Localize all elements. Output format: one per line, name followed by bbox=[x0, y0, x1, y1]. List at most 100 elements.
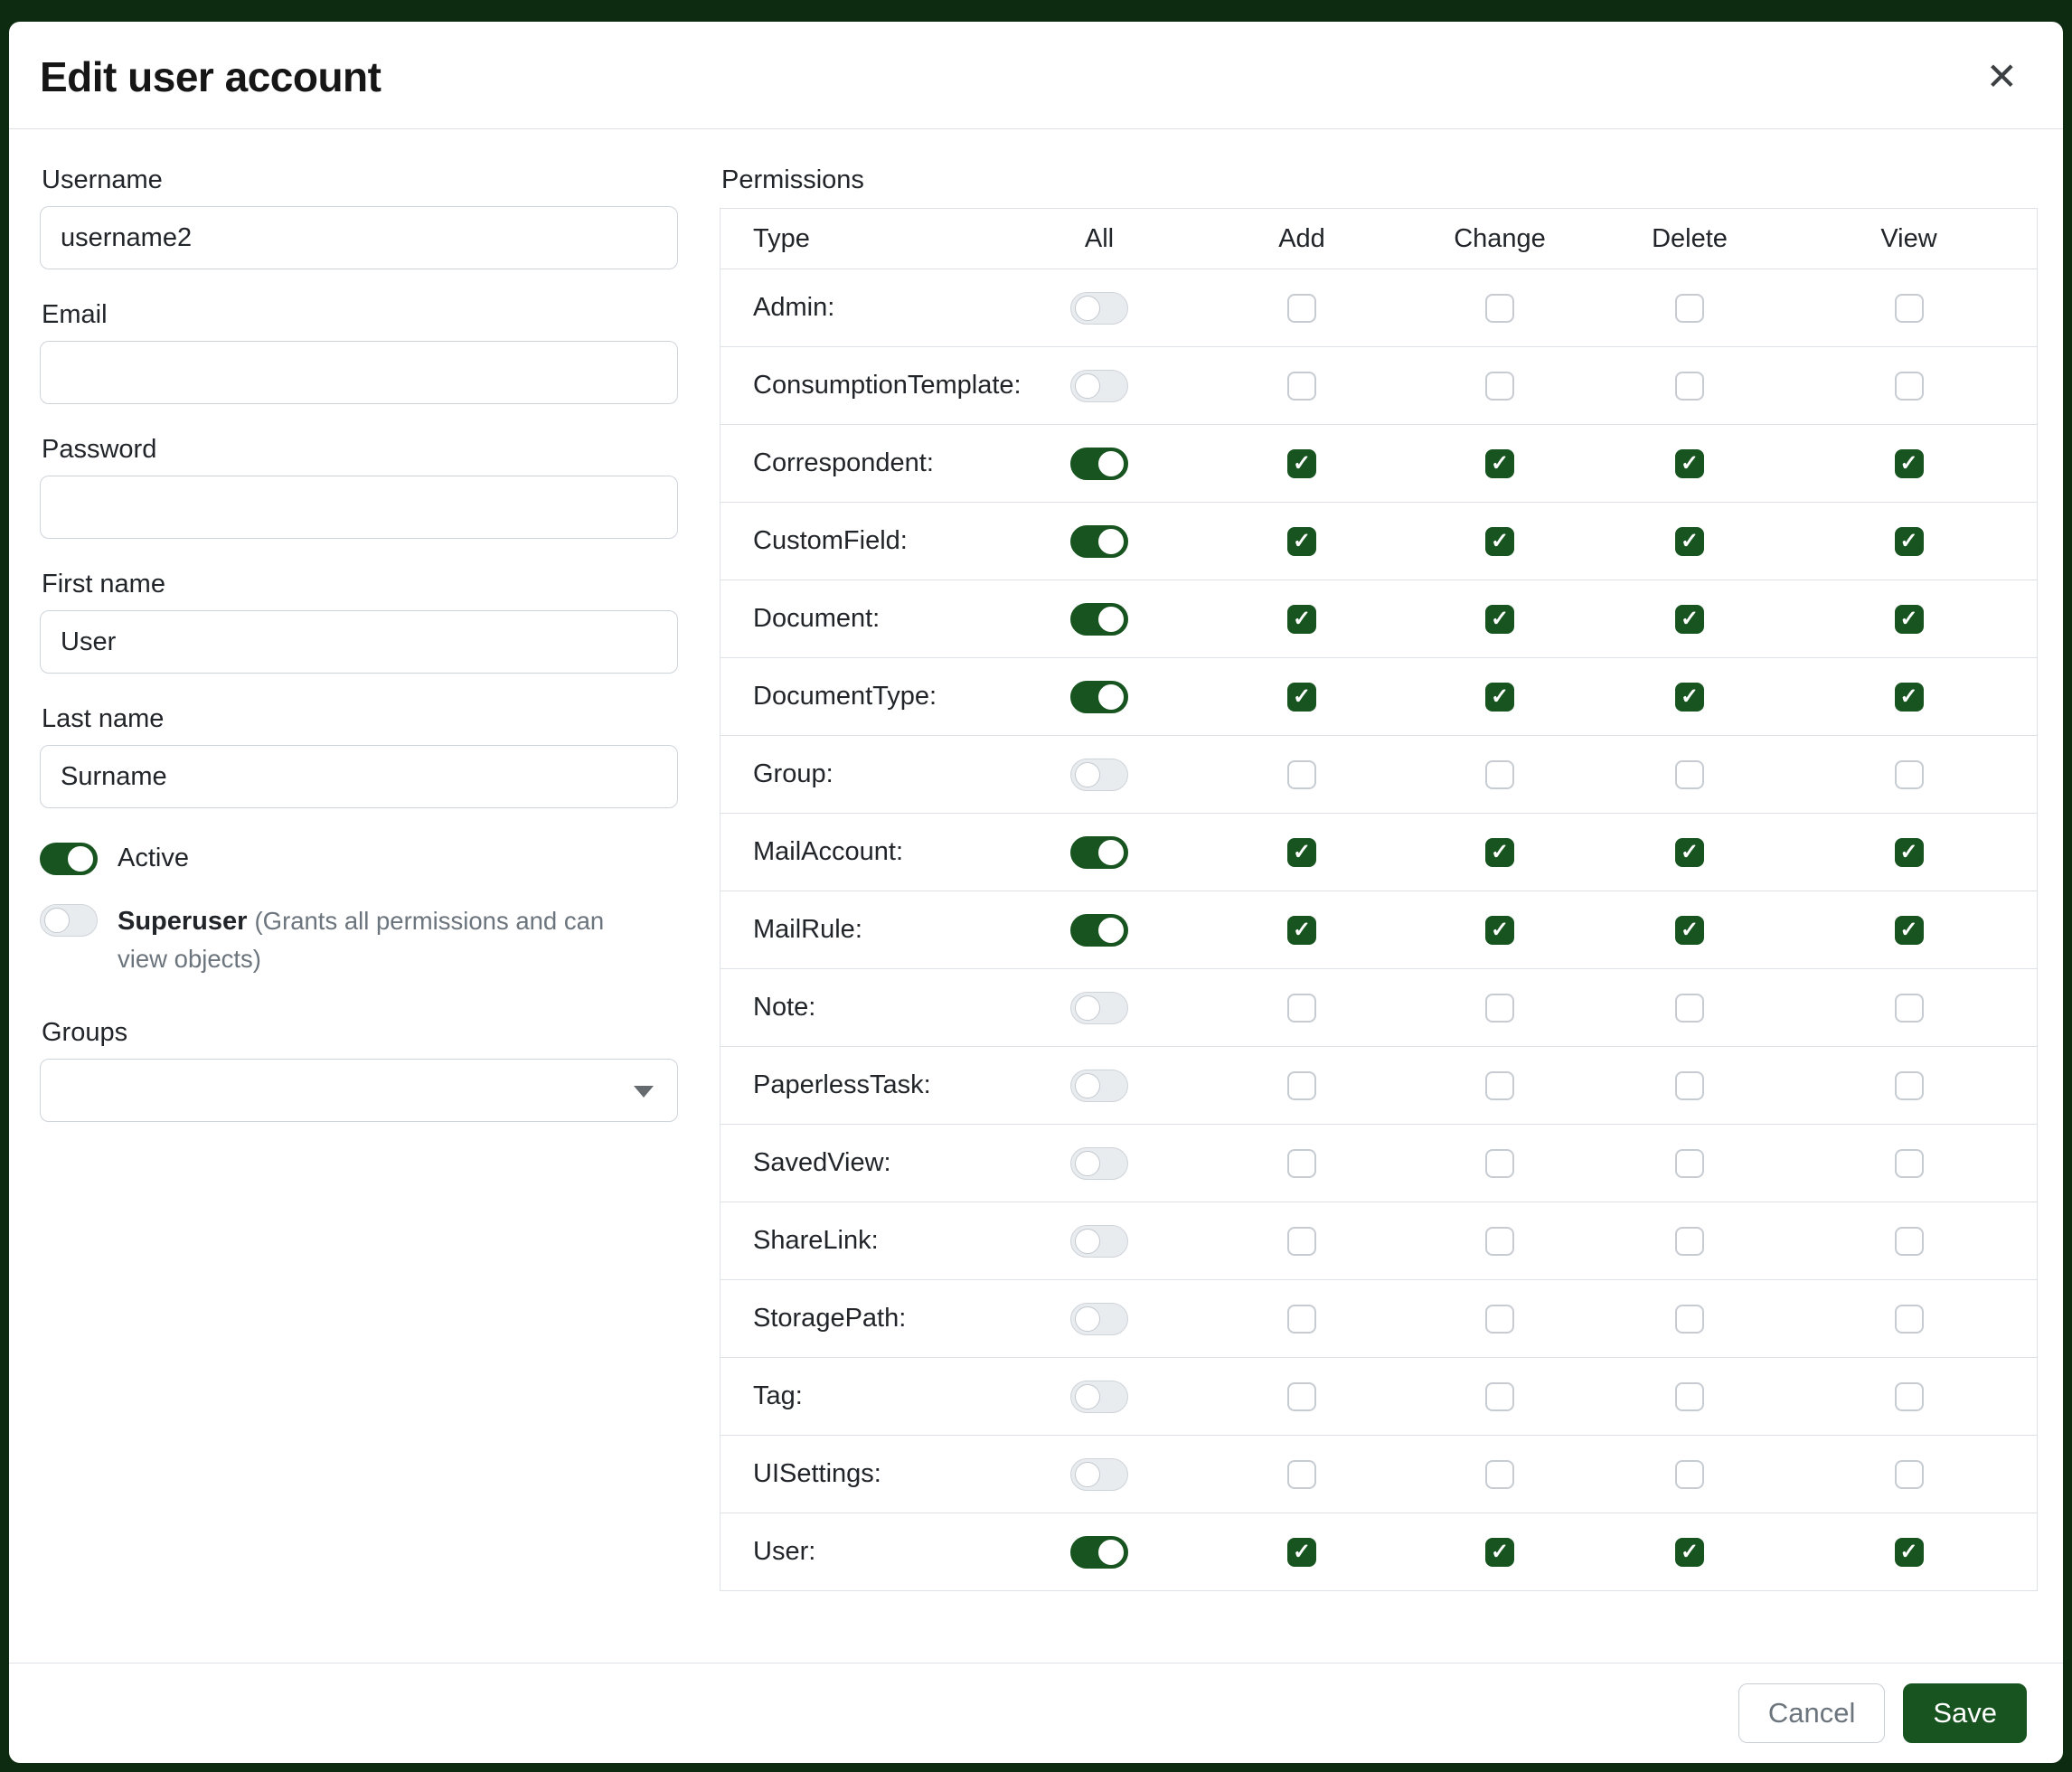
permission-change-checkbox[interactable] bbox=[1485, 1305, 1514, 1334]
permission-view-checkbox[interactable] bbox=[1895, 1305, 1924, 1334]
permission-all-toggle[interactable] bbox=[1070, 836, 1128, 869]
permission-all-toggle[interactable] bbox=[1070, 292, 1128, 325]
permission-view-checkbox[interactable] bbox=[1895, 1460, 1924, 1489]
permission-view-checkbox[interactable]: ✓ bbox=[1895, 683, 1924, 712]
permission-add-checkbox[interactable] bbox=[1287, 1460, 1316, 1489]
permission-change-checkbox[interactable] bbox=[1485, 1460, 1514, 1489]
permission-view-checkbox[interactable]: ✓ bbox=[1895, 1538, 1924, 1567]
permission-all-toggle[interactable] bbox=[1070, 1303, 1128, 1335]
permission-change-checkbox[interactable] bbox=[1485, 1149, 1514, 1178]
permission-row: Note: bbox=[720, 968, 2037, 1046]
permission-view-checkbox[interactable]: ✓ bbox=[1895, 527, 1924, 556]
permission-change-cell bbox=[1401, 1070, 1598, 1100]
permission-change-checkbox[interactable] bbox=[1485, 994, 1514, 1023]
permission-change-checkbox[interactable] bbox=[1485, 760, 1514, 789]
username-input[interactable] bbox=[40, 206, 678, 269]
permission-delete-checkbox[interactable]: ✓ bbox=[1675, 1538, 1704, 1567]
permission-change-checkbox[interactable] bbox=[1485, 294, 1514, 323]
permission-all-toggle[interactable] bbox=[1070, 1381, 1128, 1413]
permission-delete-checkbox[interactable] bbox=[1675, 294, 1704, 323]
permission-all-toggle[interactable] bbox=[1070, 1225, 1128, 1258]
permission-delete-checkbox[interactable] bbox=[1675, 1382, 1704, 1411]
active-toggle[interactable] bbox=[40, 843, 98, 875]
permission-view-checkbox[interactable]: ✓ bbox=[1895, 449, 1924, 478]
permission-add-checkbox[interactable]: ✓ bbox=[1287, 838, 1316, 867]
permission-view-checkbox[interactable] bbox=[1895, 1071, 1924, 1100]
permission-all-toggle[interactable] bbox=[1070, 1070, 1128, 1102]
permission-all-toggle[interactable] bbox=[1070, 448, 1128, 480]
permission-delete-checkbox[interactable] bbox=[1675, 1149, 1704, 1178]
permission-delete-checkbox[interactable]: ✓ bbox=[1675, 683, 1704, 712]
permission-all-toggle[interactable] bbox=[1070, 681, 1128, 713]
permission-delete-checkbox[interactable] bbox=[1675, 1227, 1704, 1256]
permission-view-checkbox[interactable] bbox=[1895, 294, 1924, 323]
email-input[interactable] bbox=[40, 341, 678, 404]
permission-view-checkbox[interactable]: ✓ bbox=[1895, 838, 1924, 867]
password-input[interactable] bbox=[40, 476, 678, 539]
password-field-group: Password bbox=[40, 435, 678, 539]
permission-add-checkbox[interactable] bbox=[1287, 1382, 1316, 1411]
permission-add-checkbox[interactable] bbox=[1287, 294, 1316, 323]
save-button[interactable]: Save bbox=[1903, 1683, 2027, 1743]
permission-change-checkbox[interactable]: ✓ bbox=[1485, 449, 1514, 478]
permission-all-toggle[interactable] bbox=[1070, 914, 1128, 947]
permission-delete-checkbox[interactable] bbox=[1675, 994, 1704, 1023]
permission-add-checkbox[interactable] bbox=[1287, 1227, 1316, 1256]
permission-add-checkbox[interactable] bbox=[1287, 1149, 1316, 1178]
permission-change-checkbox[interactable]: ✓ bbox=[1485, 838, 1514, 867]
permission-add-checkbox[interactable]: ✓ bbox=[1287, 449, 1316, 478]
permission-add-checkbox[interactable]: ✓ bbox=[1287, 683, 1316, 712]
permission-add-checkbox[interactable] bbox=[1287, 994, 1316, 1023]
permission-all-toggle[interactable] bbox=[1070, 1536, 1128, 1569]
permission-delete-checkbox[interactable] bbox=[1675, 760, 1704, 789]
permission-add-checkbox[interactable]: ✓ bbox=[1287, 1538, 1316, 1567]
close-button[interactable]: ✕ bbox=[1977, 52, 2027, 101]
permission-change-checkbox[interactable] bbox=[1485, 1071, 1514, 1100]
permission-add-checkbox[interactable] bbox=[1287, 1071, 1316, 1100]
permission-delete-checkbox[interactable]: ✓ bbox=[1675, 605, 1704, 634]
last-name-input[interactable] bbox=[40, 745, 678, 808]
permission-delete-checkbox[interactable]: ✓ bbox=[1675, 449, 1704, 478]
permission-view-checkbox[interactable] bbox=[1895, 994, 1924, 1023]
permission-change-checkbox[interactable]: ✓ bbox=[1485, 916, 1514, 945]
permission-add-checkbox[interactable] bbox=[1287, 372, 1316, 401]
permission-delete-checkbox[interactable] bbox=[1675, 1460, 1704, 1489]
permission-delete-checkbox[interactable]: ✓ bbox=[1675, 838, 1704, 867]
permission-add-checkbox[interactable] bbox=[1287, 1305, 1316, 1334]
permission-change-checkbox[interactable] bbox=[1485, 1382, 1514, 1411]
permission-delete-checkbox[interactable]: ✓ bbox=[1675, 527, 1704, 556]
permission-view-checkbox[interactable] bbox=[1895, 1227, 1924, 1256]
permission-change-checkbox[interactable]: ✓ bbox=[1485, 683, 1514, 712]
first-name-input[interactable] bbox=[40, 610, 678, 674]
permission-add-checkbox[interactable] bbox=[1287, 760, 1316, 789]
permission-all-toggle[interactable] bbox=[1070, 1458, 1128, 1491]
permission-all-toggle[interactable] bbox=[1070, 370, 1128, 402]
cancel-button[interactable]: Cancel bbox=[1738, 1683, 1886, 1743]
permission-delete-checkbox[interactable]: ✓ bbox=[1675, 916, 1704, 945]
permission-all-toggle[interactable] bbox=[1070, 525, 1128, 558]
permission-add-checkbox[interactable]: ✓ bbox=[1287, 916, 1316, 945]
superuser-toggle[interactable] bbox=[40, 904, 98, 937]
permission-row: UISettings: bbox=[720, 1435, 2037, 1513]
permission-view-checkbox[interactable] bbox=[1895, 372, 1924, 401]
groups-select[interactable] bbox=[40, 1059, 678, 1122]
permission-change-checkbox[interactable]: ✓ bbox=[1485, 527, 1514, 556]
permission-add-checkbox[interactable]: ✓ bbox=[1287, 527, 1316, 556]
permission-view-checkbox[interactable]: ✓ bbox=[1895, 605, 1924, 634]
permission-add-checkbox[interactable]: ✓ bbox=[1287, 605, 1316, 634]
permission-all-toggle[interactable] bbox=[1070, 759, 1128, 791]
permission-delete-checkbox[interactable] bbox=[1675, 372, 1704, 401]
permission-view-checkbox[interactable]: ✓ bbox=[1895, 916, 1924, 945]
permission-view-checkbox[interactable] bbox=[1895, 760, 1924, 789]
permission-all-toggle[interactable] bbox=[1070, 992, 1128, 1024]
permission-all-toggle[interactable] bbox=[1070, 603, 1128, 636]
permission-change-checkbox[interactable] bbox=[1485, 1227, 1514, 1256]
permission-all-toggle[interactable] bbox=[1070, 1147, 1128, 1180]
permission-delete-checkbox[interactable] bbox=[1675, 1071, 1704, 1100]
permission-change-checkbox[interactable]: ✓ bbox=[1485, 1538, 1514, 1567]
permission-delete-checkbox[interactable] bbox=[1675, 1305, 1704, 1334]
permission-view-checkbox[interactable] bbox=[1895, 1149, 1924, 1178]
permission-change-checkbox[interactable]: ✓ bbox=[1485, 605, 1514, 634]
permission-change-checkbox[interactable] bbox=[1485, 372, 1514, 401]
permission-view-checkbox[interactable] bbox=[1895, 1382, 1924, 1411]
